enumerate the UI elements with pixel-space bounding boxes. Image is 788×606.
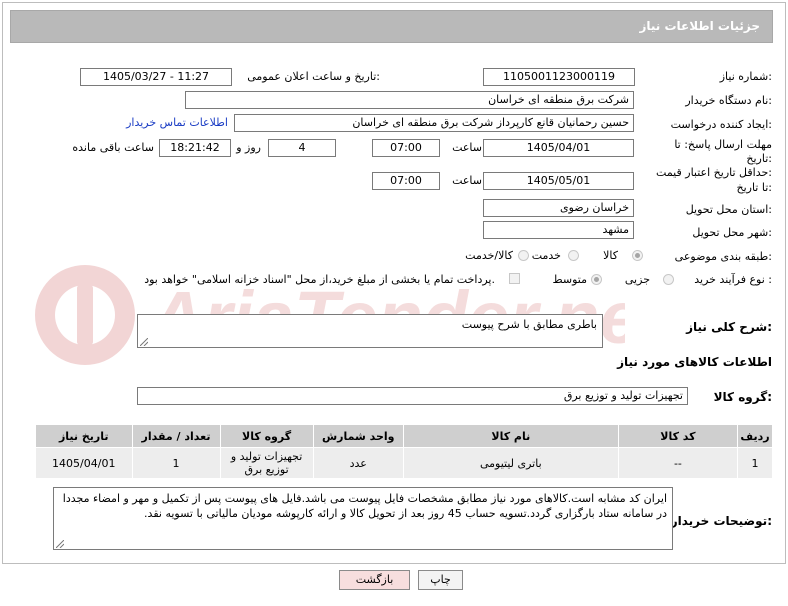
page-header: جزئیات اطلاعات نیاز [10, 10, 773, 43]
days-remaining-field: 4 [268, 139, 336, 157]
goods-table-header: تاریخ نیاز تعداد / مقدار گروه کالا واحد … [35, 424, 773, 448]
resize-grip-icon[interactable] [56, 540, 64, 548]
buyer-notes-textarea[interactable]: ایران کد مشابه است.کالاهای مورد نیاز مطا… [53, 487, 673, 550]
category-radio-goods[interactable] [632, 250, 643, 261]
cell-need-date: 1405/04/01 [35, 447, 133, 479]
col-quantity: تعداد / مقدار [131, 424, 221, 448]
description-label: شرح کلی نیاز: [686, 320, 772, 334]
back-button[interactable]: بازگشت [339, 570, 410, 590]
page-title: جزئیات اطلاعات نیاز [639, 19, 760, 33]
category-label: طبقه بندی موضوعی: [674, 250, 772, 263]
deadline-time-label: ساعت [452, 141, 482, 154]
goods-table: تاریخ نیاز تعداد / مقدار گروه کالا واحد … [35, 424, 773, 479]
category-option-goods: کالا [603, 249, 618, 262]
deadline-label-date: تاریخ: [746, 152, 772, 165]
cell-goods-group: تجهیزات تولید و توزیع برق [219, 447, 314, 479]
goods-section-title: اطلاعات کالاهای مورد نیاز [617, 355, 772, 369]
cell-goods-code: -- [617, 447, 739, 479]
process-option-minor: جزیی [624, 273, 650, 286]
goods-group-label: گروه کالا: [713, 390, 772, 404]
buyer-notes-label: توضیحات خریدار: [670, 514, 772, 528]
deadline-date-field: 1405/04/01 [483, 139, 634, 157]
need-number-field: 1105001123000119 [483, 68, 635, 86]
cell-goods-name: باتری لیتیومی [402, 447, 619, 479]
process-radio-minor[interactable] [663, 274, 674, 285]
treasury-payment-checkbox[interactable] [509, 273, 520, 284]
creator-field: حسین رحمانیان قانع کارپرداز شرکت برق منط… [234, 114, 634, 132]
city-field: مشهد [483, 221, 634, 239]
time-remaining-label: ساعت باقی مانده [72, 141, 154, 154]
goods-group-field: تجهیزات تولید و توزیع برق [137, 387, 688, 405]
description-text: باطری مطابق با شرح پیوست [461, 318, 597, 331]
days-label: روز و [236, 141, 261, 154]
buyer-org-field: شرکت برق منطقه ای خراسان [185, 91, 634, 109]
cell-quantity: 1 [131, 447, 221, 479]
price-validity-date-field: 1405/05/01 [483, 172, 634, 190]
city-label: شهر محل تحویل: [692, 226, 772, 239]
time-remaining-field: 18:21:42 [159, 139, 231, 157]
category-option-service: خدمت [531, 249, 561, 262]
province-field: خراسان رضوی [483, 199, 634, 217]
price-validity-label: حداقل تاریخ اعتبار قیمت: [656, 166, 772, 179]
description-textarea[interactable]: باطری مطابق با شرح پیوست [137, 314, 603, 348]
col-goods-group: گروه کالا [219, 424, 314, 448]
col-need-date: تاریخ نیاز [35, 424, 133, 448]
price-validity-label-date: تا تاریخ: [736, 181, 772, 194]
cell-unit: عدد [312, 447, 404, 479]
price-validity-time-field: 07:00 [372, 172, 440, 190]
category-radio-goods-service[interactable] [518, 250, 529, 261]
creator-label: ایجاد کننده درخواست: [670, 118, 772, 131]
col-goods-code: کد کالا [617, 424, 739, 448]
process-type-label: نوع فرآیند خرید : [694, 273, 772, 286]
announce-datetime-field: 1405/03/27 - 11:27 [80, 68, 232, 86]
resize-grip-icon[interactable] [140, 338, 148, 346]
announce-label: تاریخ و ساعت اعلان عمومی: [247, 70, 380, 83]
table-row: 1405/04/01 1 تجهیزات تولید و توزیع برق ع… [35, 447, 773, 479]
cell-row: 1 [737, 447, 773, 479]
col-row: ردیف [737, 424, 773, 448]
province-label: استان محل تحویل: [685, 203, 772, 216]
col-unit: واحد شمارش [312, 424, 404, 448]
print-button[interactable]: چاپ [418, 570, 463, 590]
buyer-notes-text: ایران کد مشابه است.کالاهای مورد نیاز مطا… [62, 492, 667, 520]
col-goods-name: نام کالا [402, 424, 619, 448]
buyer-contact-link[interactable]: اطلاعات تماس خریدار [126, 116, 228, 129]
deadline-time-field: 07:00 [372, 139, 440, 157]
deadline-label: مهلت ارسال پاسخ: تا [674, 138, 772, 151]
price-validity-time-label: ساعت [452, 174, 482, 187]
category-radio-service[interactable] [568, 250, 579, 261]
process-radio-medium[interactable] [591, 274, 602, 285]
buyer-org-label: نام دستگاه خریدار: [685, 94, 772, 107]
need-number-label: شماره نیاز: [719, 70, 772, 83]
treasury-payment-note: پرداخت تمام یا بخشی از مبلغ خرید،از محل … [144, 273, 495, 286]
category-option-goods-service: کالا/خدمت [465, 249, 513, 262]
process-option-medium: متوسط [552, 273, 587, 286]
